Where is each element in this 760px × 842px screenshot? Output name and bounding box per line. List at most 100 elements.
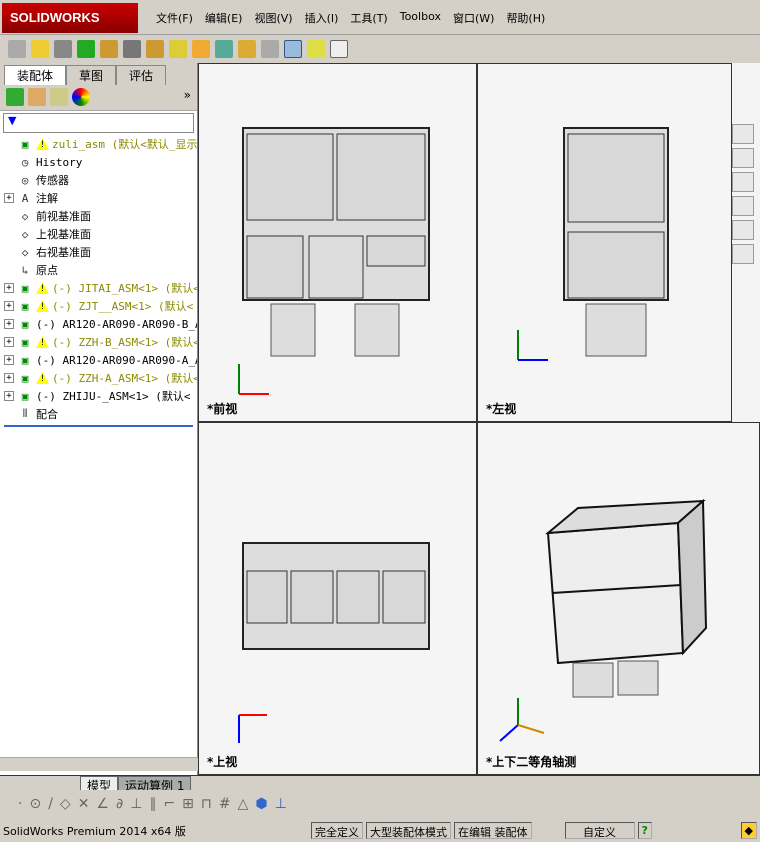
speedpak-icon[interactable] [330, 40, 348, 58]
menu-window[interactable]: 窗口(W) [447, 10, 500, 26]
pattern-icon[interactable] [77, 40, 95, 58]
menu-tools[interactable]: 工具(T) [344, 10, 393, 26]
interference-icon[interactable] [284, 40, 302, 58]
instant3d-icon[interactable] [307, 40, 325, 58]
expand-toggle[interactable]: + [4, 373, 14, 383]
graphics-area[interactable]: *前视 *左视 *上视 *上下二等角轴测 [198, 63, 760, 775]
viewport-left[interactable]: *左视 [477, 63, 732, 422]
reference-geometry-icon[interactable] [169, 40, 187, 58]
expand-toggle[interactable]: + [4, 337, 14, 347]
explode-line-icon[interactable] [261, 40, 279, 58]
design-library-icon[interactable] [732, 148, 754, 168]
assembly-icon: ▣ [21, 389, 29, 403]
left-view-drawing [517, 127, 669, 361]
tree-item[interactable]: + ▣! (-) ZZH-A_ASM<1> (默认< [4, 369, 197, 387]
perpendicular-icon[interactable]: ⊥ [130, 796, 142, 812]
tree-item[interactable]: + ▣! (-) ZJT__ASM<1> (默认< [4, 297, 197, 315]
corner-icon[interactable]: ⌐ [163, 796, 175, 812]
title-bar: SOLIDWORKS 文件(F) 编辑(E) 视图(V) 插入(I) 工具(T)… [0, 0, 760, 35]
grid-icon[interactable]: ⊞ [182, 796, 194, 812]
custom-properties-icon[interactable] [732, 244, 754, 264]
new-motion-study-icon[interactable] [192, 40, 210, 58]
status-defined: 完全定义 [311, 822, 363, 839]
solid-icon[interactable]: ⬢ [255, 796, 267, 812]
point-icon[interactable]: · [18, 796, 22, 812]
origin-icon: ↳ [21, 263, 29, 277]
triangle-icon[interactable]: △ [238, 796, 249, 812]
feature-manager-icon[interactable] [6, 88, 24, 106]
tree-item[interactable]: ◇ 右视基准面 [4, 243, 197, 261]
polygon-icon[interactable]: ◇ [60, 796, 71, 812]
viewport-top[interactable]: *上视 [198, 422, 477, 775]
tree-item-label: 注解 [36, 192, 58, 205]
tree-item[interactable]: + ▣ (-) AR120-AR090-AR090-B_AS [4, 315, 197, 333]
tab-sketch[interactable]: 草图 [66, 65, 117, 85]
angle-icon[interactable]: ∠ [96, 796, 109, 812]
bom-icon[interactable] [215, 40, 233, 58]
expand-toggle[interactable]: + [4, 283, 14, 293]
dimension-icon[interactable]: ⊓ [201, 796, 212, 812]
menu-help[interactable]: 帮助(H) [500, 10, 551, 26]
view-palette-icon[interactable] [732, 196, 754, 216]
triad-icon[interactable]: ⊥ [275, 796, 287, 812]
show-hidden-icon[interactable] [123, 40, 141, 58]
tree-item[interactable]: ⫴ 配合 [4, 405, 197, 423]
tree-item[interactable]: ◎ 传感器 [4, 171, 197, 189]
rollback-bar[interactable] [4, 425, 193, 427]
exploded-view-icon[interactable] [238, 40, 256, 58]
iso-view-drawing [499, 498, 708, 742]
property-manager-icon[interactable] [28, 88, 46, 106]
help-icon[interactable]: ? [637, 822, 652, 839]
mesh-icon[interactable]: # [219, 796, 231, 812]
line-icon[interactable]: / [48, 796, 53, 812]
parallel-icon[interactable]: ∥ [149, 796, 156, 812]
expand-toggle[interactable]: + [4, 193, 14, 203]
expand-toggle[interactable]: + [4, 391, 14, 401]
menu-insert[interactable]: 插入(I) [299, 10, 345, 26]
circle-icon[interactable]: ⊙ [29, 796, 41, 812]
menu-view[interactable]: 视图(V) [248, 10, 298, 26]
tree-item[interactable]: + ▣ (-) ZHIJU-_ASM<1> (默认< [4, 387, 197, 405]
tree-item[interactable]: ▣! zuli_asm (默认<默认_显示状 [4, 135, 197, 153]
mate-icon[interactable] [54, 40, 72, 58]
horizontal-scrollbar[interactable] [0, 757, 198, 771]
tab-assembly[interactable]: 装配体 [4, 65, 67, 85]
tree-item[interactable]: ◇ 上视基准面 [4, 225, 197, 243]
expand-toggle[interactable]: + [4, 355, 14, 365]
rebuild-tag-icon[interactable]: ◆ [740, 822, 757, 839]
tree-item[interactable]: + ▣! (-) ZZH-B_ASM<1> (默认< [4, 333, 197, 351]
tree-item[interactable]: + ▣! (-) JITAI_ASM<1> (默认< [4, 279, 197, 297]
warning-icon: ! [36, 300, 49, 312]
home-icon[interactable] [732, 124, 754, 144]
tree-item[interactable]: ↳ 原点 [4, 261, 197, 279]
trim-icon[interactable]: ✕ [78, 796, 90, 812]
file-explorer-icon[interactable] [732, 172, 754, 192]
expand-icon[interactable]: » [184, 88, 191, 107]
expand-toggle[interactable]: + [4, 301, 14, 311]
expand-toggle[interactable]: + [4, 319, 14, 329]
appearances-icon[interactable] [732, 220, 754, 240]
tree-item-label: (-) ZZH-A_ASM<1> (默认< [52, 372, 197, 385]
menu-toolbox[interactable]: Toolbox [394, 10, 447, 26]
tree-item[interactable]: ◇ 前视基准面 [4, 207, 197, 225]
top-view-drawing [238, 542, 430, 743]
tab-evaluate[interactable]: 评估 [116, 65, 167, 85]
new-component-icon[interactable] [8, 40, 26, 58]
menu-bar: 文件(F) 编辑(E) 视图(V) 插入(I) 工具(T) Toolbox 窗口… [150, 10, 551, 26]
units-selector[interactable]: 自定义 [564, 822, 635, 839]
viewport-isometric[interactable]: *上下二等角轴测 [477, 422, 760, 775]
tree-item[interactable]: + ▣ (-) AR120-AR090-AR090-A_AS [4, 351, 197, 369]
viewport-front[interactable]: *前视 [198, 63, 477, 422]
display-manager-icon[interactable] [72, 88, 90, 106]
insert-component-icon[interactable] [31, 40, 49, 58]
move-component-icon[interactable] [100, 40, 118, 58]
tree-item[interactable]: ◷ History [4, 153, 197, 171]
menu-edit[interactable]: 编辑(E) [199, 10, 249, 26]
filter-input[interactable]: ▼ [3, 113, 194, 133]
assembly-feature-icon[interactable] [146, 40, 164, 58]
status-product: SolidWorks Premium 2014 x64 版 [3, 825, 186, 838]
menu-file[interactable]: 文件(F) [150, 10, 199, 26]
configuration-manager-icon[interactable] [50, 88, 68, 106]
relation-icon[interactable]: ∂ [116, 796, 123, 812]
tree-item[interactable]: + A 注解 [4, 189, 197, 207]
